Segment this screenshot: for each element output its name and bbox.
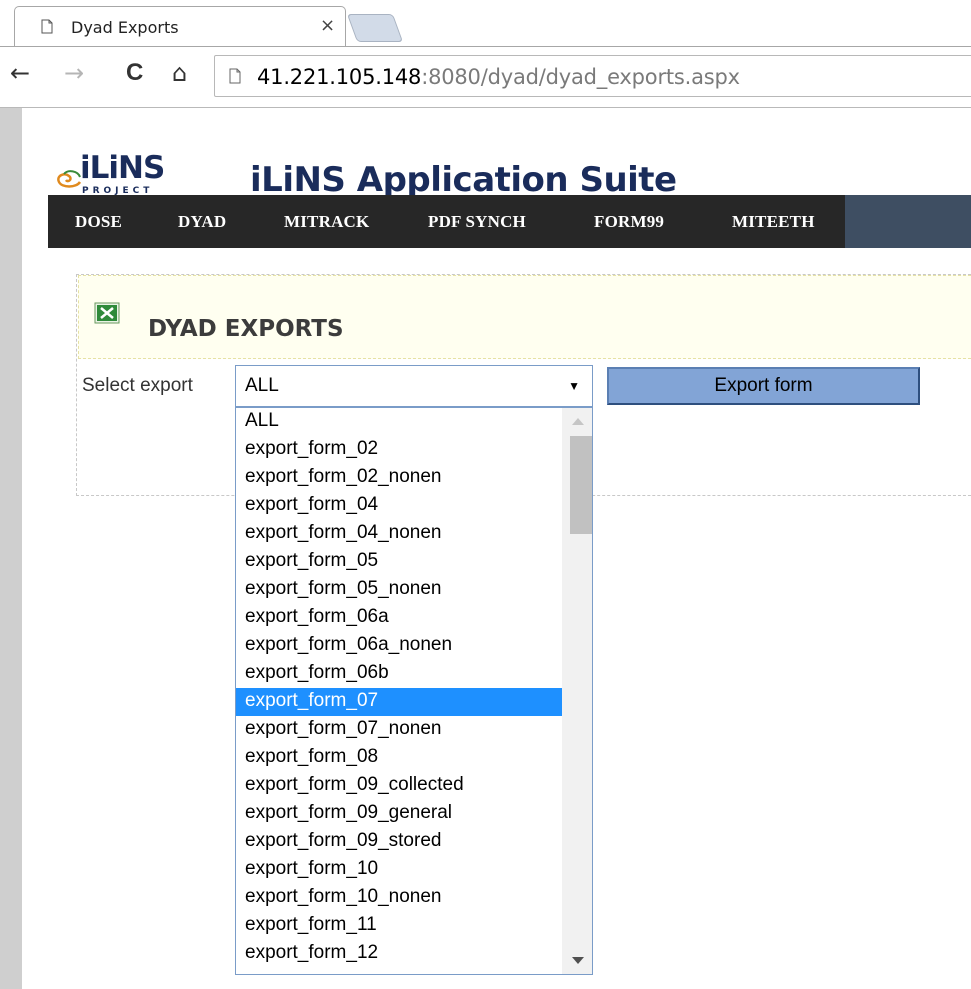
logo-text: iLiNS bbox=[80, 150, 165, 186]
dropdown-option[interactable]: export_form_06a_nonen bbox=[236, 632, 562, 660]
page-viewport: iLiNS PROJECT iLiNS Application Suite DO… bbox=[0, 108, 971, 989]
dropdown-option[interactable]: export_form_07_nonen bbox=[236, 716, 562, 744]
close-tab-icon[interactable]: × bbox=[320, 15, 335, 36]
dropdown-option[interactable]: export_form_04_nonen bbox=[236, 520, 562, 548]
export-select[interactable]: ALL ▼ bbox=[235, 365, 593, 407]
scroll-down-icon[interactable] bbox=[572, 957, 584, 964]
url-host: 41.221.105.148 bbox=[257, 65, 422, 89]
dropdown-option[interactable]: export_form_08 bbox=[236, 744, 562, 772]
page-icon bbox=[229, 68, 241, 84]
page-body: iLiNS PROJECT iLiNS Application Suite DO… bbox=[22, 108, 971, 989]
scroll-up-icon[interactable] bbox=[572, 418, 584, 425]
tab-title: Dyad Exports bbox=[71, 18, 179, 37]
dropdown-option-highlighted[interactable]: export_form_07 bbox=[236, 688, 562, 716]
home-icon[interactable]: ⌂ bbox=[172, 61, 187, 85]
forward-icon[interactable]: → bbox=[64, 61, 84, 85]
dropdown-option[interactable]: export_form_04 bbox=[236, 492, 562, 520]
select-current-value: ALL bbox=[245, 375, 279, 396]
url-text: 41.221.105.148:8080/dyad/dyad_exports.as… bbox=[257, 65, 740, 89]
dropdown-option[interactable]: export_form_02_nonen bbox=[236, 464, 562, 492]
dropdown-scrollbar[interactable] bbox=[562, 408, 592, 974]
url-path: :8080/dyad/dyad_exports.aspx bbox=[421, 65, 740, 89]
new-tab-button[interactable] bbox=[346, 14, 404, 42]
export-dropdown-list[interactable]: ALL export_form_02 export_form_02_nonen … bbox=[235, 407, 593, 975]
dropdown-option[interactable]: export_form_05_nonen bbox=[236, 576, 562, 604]
browser-tab[interactable]: Dyad Exports × bbox=[14, 6, 346, 46]
page-icon bbox=[41, 19, 53, 34]
reload-icon[interactable]: C bbox=[126, 61, 143, 85]
dropdown-option[interactable]: export_form_10 bbox=[236, 856, 562, 884]
browser-tabstrip: Dyad Exports × bbox=[0, 0, 971, 46]
select-export-label: Select export bbox=[82, 375, 193, 396]
export-form-button[interactable]: Export form bbox=[607, 367, 920, 405]
menu-item-mitrack[interactable]: MITRACK bbox=[284, 212, 369, 232]
excel-icon bbox=[94, 302, 120, 324]
dropdown-option[interactable]: export_form_09_collected bbox=[236, 772, 562, 800]
address-bar[interactable]: 41.221.105.148:8080/dyad/dyad_exports.as… bbox=[214, 55, 971, 97]
dropdown-option[interactable]: ALL bbox=[236, 408, 562, 436]
menu-item-miteeth[interactable]: MITEETH bbox=[732, 212, 815, 232]
menu-item-dose[interactable]: DOSE bbox=[75, 212, 122, 232]
dropdown-option[interactable]: export_form_06b bbox=[236, 660, 562, 688]
back-icon[interactable]: ← bbox=[10, 61, 30, 85]
site-title: iLiNS Application Suite bbox=[250, 160, 677, 200]
ilins-logo: iLiNS PROJECT bbox=[56, 150, 222, 196]
menu-item-pdf-synch[interactable]: PDF SYNCH bbox=[428, 212, 526, 232]
dropdown-option[interactable]: export_form_02 bbox=[236, 436, 562, 464]
browser-toolbar: ← → C ⌂ 41.221.105.148:8080/dyad/dyad_ex… bbox=[0, 46, 971, 108]
dropdown-option[interactable]: export_form_09_stored bbox=[236, 828, 562, 856]
dropdown-option[interactable]: export_form_10_nonen bbox=[236, 884, 562, 912]
dropdown-arrow-icon: ▼ bbox=[568, 379, 580, 393]
menu-items-area: DOSE DYAD MITRACK PDF SYNCH FORM99 MITEE… bbox=[48, 195, 845, 248]
panel-title: DYAD EXPORTS bbox=[148, 316, 344, 342]
swirl-icon bbox=[57, 170, 82, 188]
dropdown-option[interactable]: export_form_06a bbox=[236, 604, 562, 632]
dropdown-option[interactable]: export_form_11 bbox=[236, 912, 562, 940]
dropdown-option[interactable]: export_form_05 bbox=[236, 548, 562, 576]
main-menu: DOSE DYAD MITRACK PDF SYNCH FORM99 MITEE… bbox=[48, 195, 971, 248]
dropdown-option[interactable]: export_form_09_general bbox=[236, 800, 562, 828]
scrollbar-thumb[interactable] bbox=[570, 436, 592, 534]
dropdown-option[interactable]: export_form_12 bbox=[236, 940, 562, 968]
menu-item-form99[interactable]: FORM99 bbox=[594, 212, 664, 232]
menu-item-dyad[interactable]: DYAD bbox=[178, 212, 226, 232]
